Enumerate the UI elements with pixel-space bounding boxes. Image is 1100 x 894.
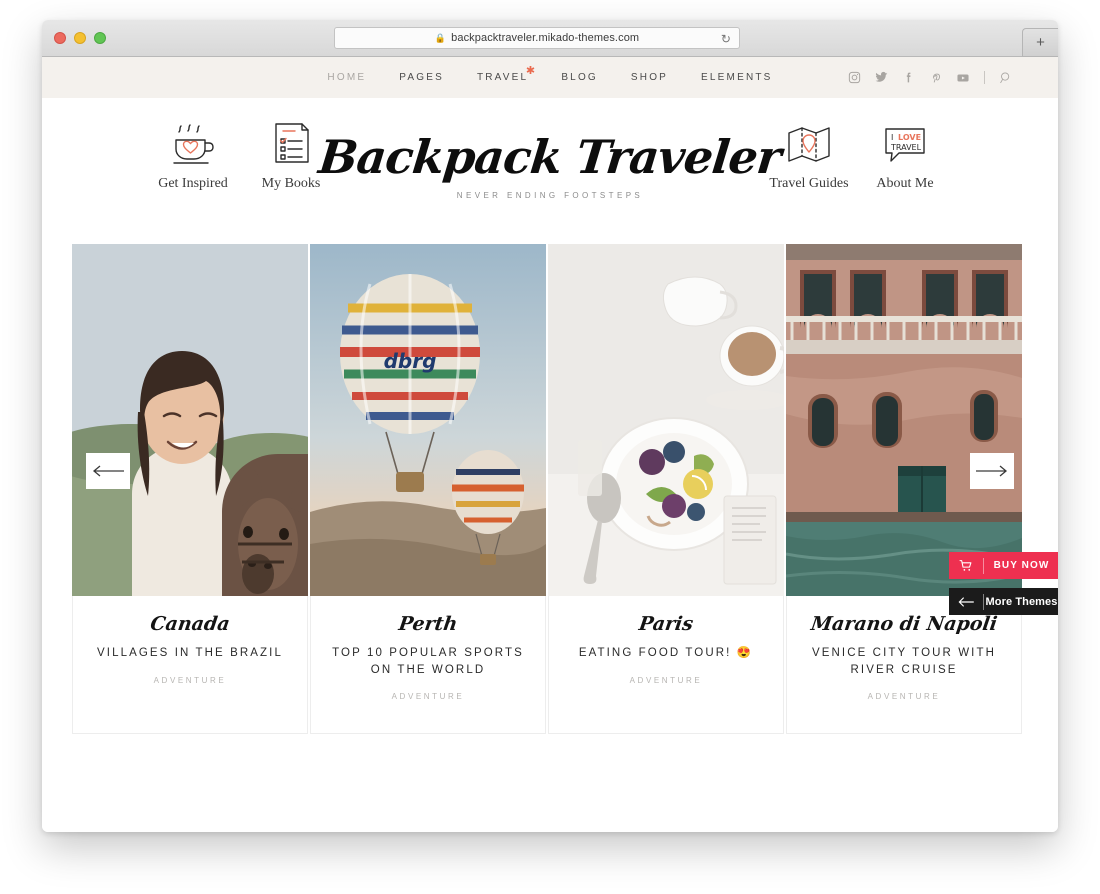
- menu-item-home[interactable]: HOME: [327, 72, 366, 83]
- menu-item-label: SHOP: [630, 72, 669, 83]
- shopping-cart-icon: [949, 552, 983, 579]
- post-image-venice-canal-building[interactable]: [786, 244, 1022, 596]
- post-image-woman-with-donkey[interactable]: [72, 244, 308, 596]
- new-tab-button[interactable]: +: [1022, 28, 1058, 57]
- menu-item-shop[interactable]: SHOP: [631, 72, 668, 83]
- post-card[interactable]: Paris EATING FOOD TOUR! 😍 ADVENTURE: [548, 244, 784, 734]
- post-place: Canada: [148, 613, 232, 635]
- post-card-body: Canada VILLAGES IN THE BRAZIL ADVENTURE: [72, 596, 308, 734]
- social-links: [848, 57, 1013, 98]
- menu-item-elements[interactable]: ELEMENTS: [701, 72, 773, 83]
- map-pin-icon: [754, 116, 864, 168]
- reload-icon[interactable]: ↻: [721, 32, 731, 46]
- youtube-icon[interactable]: [956, 71, 970, 85]
- quick-link-label: About Me: [876, 176, 934, 191]
- url-text: backpacktraveler.mikado-themes.com: [451, 32, 640, 44]
- browser-window: 🔒 backpacktraveler.mikado-themes.com ↻ +…: [42, 20, 1058, 832]
- site-logo[interactable]: Backpack Traveler NEVER ENDING FOOTSTEPS: [316, 129, 784, 200]
- website-viewport: HOME PAGES TRAVEL ✱ BLOG SHOP ELEMENTS G…: [42, 57, 1058, 832]
- brand-tagline: NEVER ENDING FOOTSTEPS: [456, 190, 644, 200]
- post-place: Marano di Napoli: [809, 613, 999, 635]
- menu-item-label: PAGES: [399, 72, 444, 83]
- post-title[interactable]: EATING FOOD TOUR! 😍: [549, 645, 783, 662]
- slider-track: Canada VILLAGES IN THE BRAZIL ADVENTURE: [72, 244, 1028, 734]
- menu-item-label: ELEMENTS: [701, 72, 773, 83]
- address-bar[interactable]: 🔒 backpacktraveler.mikado-themes.com ↻: [334, 27, 740, 49]
- post-image-hot-air-balloons[interactable]: dbrg: [310, 244, 546, 596]
- post-category[interactable]: ADVENTURE: [787, 692, 1021, 701]
- post-card[interactable]: dbrg Perth TOP 10 POPULAR SPORTS ON THE …: [310, 244, 546, 734]
- post-card-body: Paris EATING FOOD TOUR! 😍 ADVENTURE: [548, 596, 784, 734]
- close-window-button[interactable]: [54, 32, 66, 44]
- quick-link-travel-guides[interactable]: Travel Guides: [754, 116, 864, 192]
- facebook-icon[interactable]: [902, 71, 915, 84]
- buy-now-button[interactable]: BUY NOW: [949, 552, 1058, 579]
- arrow-right-icon: [976, 465, 1008, 477]
- post-category[interactable]: ADVENTURE: [73, 676, 307, 685]
- menu-item-label: HOME: [327, 72, 367, 83]
- browser-chrome: 🔒 backpacktraveler.mikado-themes.com ↻ +: [42, 20, 1058, 57]
- coffee-cup-heart-icon: [138, 116, 248, 168]
- more-themes-label: More Themes: [985, 595, 1058, 608]
- featured-posts-slider: Canada VILLAGES IN THE BRAZIL ADVENTURE: [42, 231, 1058, 751]
- svg-text:I: I: [891, 133, 893, 142]
- twitter-icon[interactable]: [875, 71, 888, 84]
- arrow-left-icon: [949, 588, 983, 615]
- post-title[interactable]: TOP 10 POPULAR SPORTS ON THE WORLD: [311, 645, 545, 678]
- menu-item-label: TRAVEL: [476, 72, 529, 83]
- buy-now-label: BUY NOW: [993, 560, 1050, 571]
- more-themes-button[interactable]: More Themes: [949, 588, 1058, 615]
- post-category[interactable]: ADVENTURE: [549, 676, 783, 685]
- post-card[interactable]: Marano di Napoli VENICE CITY TOUR WITH R…: [786, 244, 1022, 734]
- top-navigation-bar: HOME PAGES TRAVEL ✱ BLOG SHOP ELEMENTS: [42, 57, 1058, 98]
- menu-item-blog[interactable]: BLOG: [561, 72, 598, 83]
- post-title[interactable]: VENICE CITY TOUR WITH RIVER CRUISE: [787, 645, 1021, 678]
- post-place: Perth: [397, 613, 459, 635]
- quick-link-label: Get Inspired: [158, 176, 228, 191]
- menu-item-travel[interactable]: TRAVEL ✱: [476, 66, 535, 84]
- slider-next-button[interactable]: [970, 453, 1014, 489]
- quick-link-label: Travel Guides: [769, 176, 849, 191]
- arrow-left-icon: [92, 465, 124, 477]
- post-place: Paris: [637, 613, 695, 635]
- svg-text:dbrg: dbrg: [384, 349, 437, 373]
- brand-header: Get Inspired My Books Backpack Traveler …: [42, 98, 1058, 231]
- divider: [984, 71, 985, 84]
- post-category[interactable]: ADVENTURE: [311, 692, 545, 701]
- new-tab-label: +: [1036, 34, 1045, 51]
- promo-buttons: BUY NOW More Themes: [949, 552, 1058, 615]
- svg-text:LOVE: LOVE: [898, 133, 921, 142]
- quick-link-about-me[interactable]: I LOVE TRAVEL About Me: [850, 116, 960, 192]
- traffic-lights: [54, 32, 106, 44]
- slider-prev-button[interactable]: [86, 453, 130, 489]
- lock-icon: 🔒: [434, 32, 447, 43]
- post-card-body: Perth TOP 10 POPULAR SPORTS ON THE WORLD…: [310, 596, 546, 734]
- brand-name: Backpack Traveler: [316, 129, 784, 184]
- instagram-icon[interactable]: [848, 71, 861, 84]
- minimize-window-button[interactable]: [74, 32, 86, 44]
- post-image-breakfast-fruit-bowl[interactable]: [548, 244, 784, 596]
- svg-text:TRAVEL: TRAVEL: [890, 143, 922, 152]
- menu-item-label: BLOG: [561, 72, 598, 83]
- pinterest-icon[interactable]: [929, 71, 942, 84]
- maximize-window-button[interactable]: [94, 32, 106, 44]
- speech-bubble-i-love-travel-icon: I LOVE TRAVEL: [850, 116, 960, 168]
- quick-link-get-inspired[interactable]: Get Inspired: [138, 116, 248, 192]
- search-icon[interactable]: [999, 71, 1013, 85]
- menu-item-pages[interactable]: PAGES: [399, 72, 444, 83]
- post-card[interactable]: Canada VILLAGES IN THE BRAZIL ADVENTURE: [72, 244, 308, 734]
- star-icon: ✱: [525, 65, 538, 77]
- post-title[interactable]: VILLAGES IN THE BRAZIL: [73, 645, 307, 662]
- post-card-body: Marano di Napoli VENICE CITY TOUR WITH R…: [786, 596, 1022, 734]
